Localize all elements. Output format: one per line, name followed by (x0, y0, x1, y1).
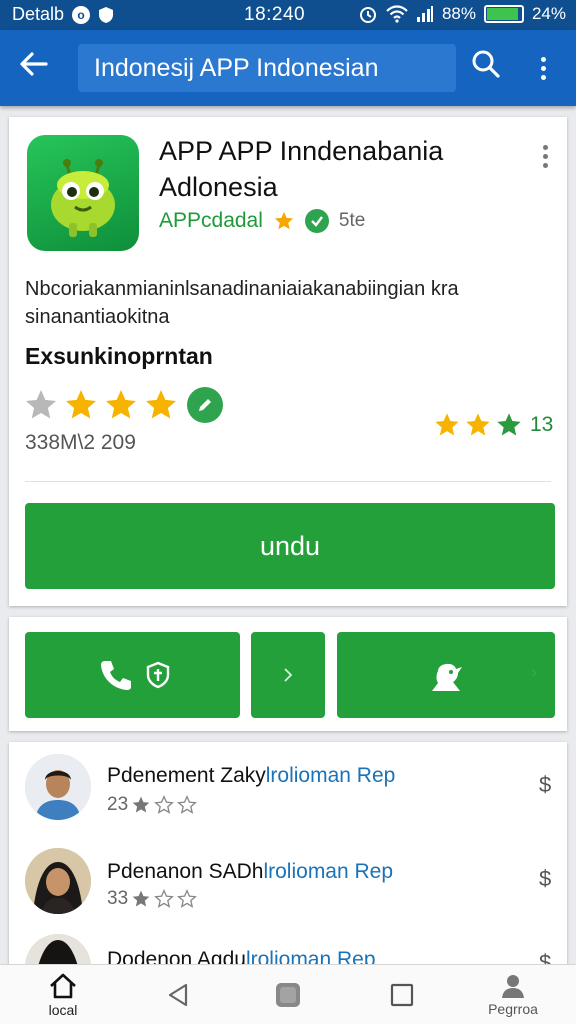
verified-icon (304, 209, 329, 233)
status-time: 18:240 (244, 4, 306, 25)
status-right-text: 24% (531, 4, 566, 23)
alarm-icon (359, 7, 376, 23)
call-button[interactable] (25, 632, 240, 718)
review-rating: 23 (107, 794, 198, 816)
star-green-icon (497, 413, 521, 436)
star-filled-icon (466, 413, 490, 436)
more-options-icon[interactable] (535, 145, 555, 175)
battery-icon (483, 5, 524, 23)
mini-rating: 13 (433, 411, 553, 439)
review-author-name: Pdenanon SADh (107, 860, 264, 883)
star-outline-icon (177, 889, 198, 908)
star-filled-icon (435, 413, 459, 436)
review-author: Pdenanon SADhlrolioman Rep (107, 860, 393, 884)
mini-rating-number: 13 (530, 413, 554, 436)
status-right: 88% 24% (358, 4, 566, 24)
review-rating-text: 23 (107, 794, 129, 815)
star-icon (274, 211, 294, 230)
install-button[interactable]: undu (25, 503, 555, 589)
chevron-right-icon: › (531, 662, 537, 682)
review-author: Pdenement Zakylrolioman Rep (107, 764, 395, 788)
star-outline-icon (154, 795, 175, 814)
nav-profile[interactable]: Pegrroa (478, 965, 548, 1024)
actions-card: › (9, 617, 567, 731)
phone-icon (100, 661, 131, 690)
avatar (25, 754, 91, 820)
rating-stars (23, 387, 223, 423)
nav-back[interactable] (160, 965, 196, 1024)
back-arrow-icon[interactable] (18, 48, 58, 88)
bottom-navigation: local Pegrroa (0, 964, 576, 1024)
nav-home-label: local (48, 1002, 78, 1018)
star-filled-icon (106, 390, 136, 419)
wifi-icon (386, 5, 408, 23)
status-bar: Detalb o 18:240 88% 24% (0, 0, 576, 30)
profile-icon (502, 975, 524, 998)
app-details-card: APP APP Inndenabania Adlonesia APPcdadal… (9, 117, 567, 606)
star-outline-icon (177, 795, 198, 814)
app-description: Nbcoriakanmianinlsanadinaniaiakanabiingi… (25, 278, 459, 328)
app-title: APP APP Inndenabania Adlonesia (159, 136, 444, 202)
review-rating-text: 33 (107, 888, 129, 909)
app-icon (27, 135, 139, 251)
review-author-tag[interactable]: lrolioman Rep (263, 860, 393, 883)
notification-icon: o (72, 5, 91, 24)
profile-action-button[interactable]: › (337, 632, 555, 718)
reviews-card: Pdenement Zakylrolioman Rep 23 $ Pdenano… (9, 742, 567, 982)
nav-home[interactable]: local (40, 965, 86, 1024)
nav-home-button[interactable] (270, 965, 306, 1024)
review-author-tag[interactable]: lrolioman Rep (266, 764, 396, 787)
signal-icon (416, 6, 433, 22)
developer-name[interactable]: APPcdadal (159, 209, 263, 233)
search-icon[interactable] (470, 48, 510, 88)
review-action[interactable]: $ (539, 866, 551, 892)
overflow-menu-icon[interactable] (528, 48, 558, 88)
shield-icon (99, 6, 114, 23)
review-rating: 33 (107, 888, 198, 910)
search-input[interactable]: Indonesij APP Indonesian (78, 44, 456, 92)
battery-percent: 88% (441, 4, 476, 23)
chevron-right-icon (284, 668, 293, 682)
star-empty-icon (26, 390, 56, 419)
star-filled-icon (66, 390, 96, 419)
nav-profile-label: Pegrroa (488, 1001, 538, 1017)
developer-extra: 5te (338, 210, 366, 231)
app-bar: Indonesij APP Indonesian (0, 30, 576, 106)
review-item[interactable]: Pdenement Zakylrolioman Rep 23 $ (9, 742, 567, 842)
review-action[interactable]: $ (539, 772, 551, 798)
nav-recents[interactable] (386, 965, 418, 1024)
star-filled-icon (132, 890, 150, 907)
review-item[interactable]: Pdenanon SADhlrolioman Rep 33 $ (9, 840, 567, 940)
star-outline-icon (154, 889, 175, 908)
user-silhouette-icon (432, 663, 462, 691)
star-filled-icon (146, 390, 176, 419)
recents-square-icon (390, 983, 414, 1007)
home-icon (50, 973, 76, 999)
rating-count: 338M\2 209 (25, 431, 136, 454)
review-author-name: Pdenement Zaky (107, 764, 266, 787)
back-triangle-icon (168, 983, 188, 1007)
section-title: Exsunkinoprntan (25, 343, 213, 369)
shield-badge-icon (146, 661, 169, 689)
home-button-icon (276, 983, 300, 1007)
status-left-text: Detalb (12, 4, 65, 24)
star-filled-icon (132, 796, 150, 813)
developer-row: APPcdadal 5te (159, 209, 365, 233)
divider (25, 481, 551, 482)
edit-pencil-icon[interactable] (187, 387, 223, 423)
avatar (25, 848, 91, 914)
status-left: Detalb o (12, 4, 114, 25)
next-button[interactable] (251, 632, 325, 718)
